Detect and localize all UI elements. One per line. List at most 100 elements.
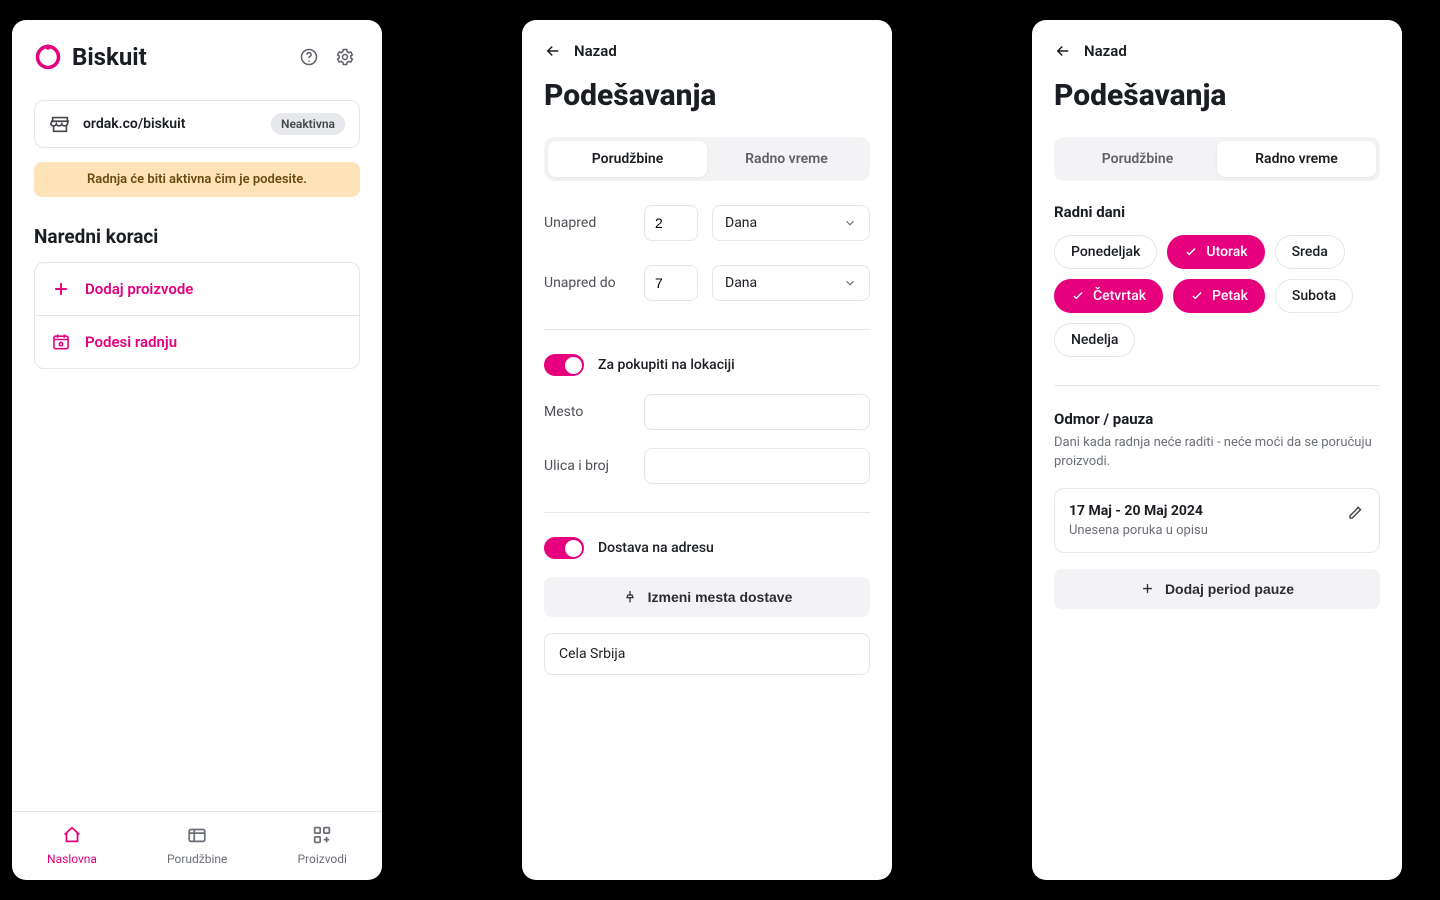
- day-label: Sreda: [1292, 244, 1328, 260]
- day-chip[interactable]: Sreda: [1275, 235, 1345, 269]
- store-url-card[interactable]: ordak.co/biskuit Neaktivna: [34, 100, 360, 148]
- day-chip[interactable]: Petak: [1173, 279, 1265, 313]
- day-label: Petak: [1212, 288, 1248, 304]
- lead-until-unit-select[interactable]: Dana: [712, 265, 870, 301]
- divider: [544, 512, 870, 513]
- nav-label: Proizvodi: [297, 852, 347, 866]
- lead-time-row: Unapred Dana: [544, 205, 870, 241]
- plus-icon: [51, 279, 71, 299]
- tab-hours[interactable]: Radno vreme: [707, 141, 866, 177]
- settings-tabs: Porudžbine Radno vreme: [1054, 137, 1380, 181]
- city-row: Mesto: [544, 394, 870, 430]
- check-icon: [1184, 245, 1198, 259]
- vacation-description: Dani kada radnja neće raditi - neće moći…: [1054, 434, 1380, 472]
- next-steps-title: Naredni koraci: [34, 225, 360, 248]
- lead-unit-select[interactable]: Dana: [712, 205, 870, 241]
- pickup-toggle[interactable]: [544, 354, 584, 376]
- products-icon: [311, 824, 333, 846]
- day-chip[interactable]: Subota: [1275, 279, 1353, 313]
- chevron-down-icon: [843, 276, 857, 290]
- step-configure-store[interactable]: Podesi radnju: [35, 315, 359, 368]
- nav-products[interactable]: Proizvodi: [297, 824, 347, 866]
- day-label: Subota: [1292, 288, 1336, 304]
- city-input[interactable]: [644, 394, 870, 430]
- status-badge: Neaktivna: [271, 113, 345, 135]
- lead-until-label: Unapred do: [544, 275, 630, 291]
- workdays-title: Radni dani: [1054, 203, 1380, 221]
- store-url: ordak.co/biskuit: [83, 116, 185, 132]
- header: Biskuit: [34, 42, 360, 72]
- lead-until-row: Unapred do Dana: [544, 265, 870, 301]
- street-input[interactable]: [644, 448, 870, 484]
- divider: [1054, 385, 1380, 386]
- workdays-chips: Ponedeljak Utorak Sreda Četvrtak Petak Subota…: [1054, 235, 1380, 357]
- brand-name: Biskuit: [72, 43, 147, 71]
- pickup-label: Za pokupiti na lokaciji: [598, 357, 735, 373]
- button-label: Izmeni mesta dostave: [648, 589, 793, 605]
- orders-icon: [186, 824, 208, 846]
- chevron-down-icon: [843, 216, 857, 230]
- step-add-products[interactable]: Dodaj proizvode: [35, 263, 359, 315]
- add-vacation-button[interactable]: Dodaj period pauze: [1054, 569, 1380, 609]
- page-title: Podešavanja: [1054, 78, 1380, 113]
- back-label: Nazad: [574, 42, 617, 60]
- settings-button[interactable]: [330, 42, 360, 72]
- plus-icon: [1140, 581, 1155, 596]
- day-label: Nedelja: [1071, 332, 1118, 348]
- check-icon: [1190, 289, 1204, 303]
- calendar-gear-icon: [51, 332, 71, 352]
- settings-orders-panel: Nazad Podešavanja Porudžbine Radno vreme…: [522, 20, 892, 880]
- button-label: Dodaj period pauze: [1165, 581, 1294, 597]
- pencil-icon: [1347, 503, 1365, 521]
- store-icon: [49, 113, 71, 135]
- check-icon: [1071, 289, 1085, 303]
- lead-value-input[interactable]: [644, 205, 698, 241]
- settings-tabs: Porudžbine Radno vreme: [544, 137, 870, 181]
- help-button[interactable]: [294, 42, 324, 72]
- step-label: Dodaj proizvode: [85, 280, 193, 298]
- nav-label: Naslovna: [47, 852, 97, 866]
- vacation-note: Unesena poruka u opisu: [1069, 523, 1208, 538]
- home-icon: [61, 824, 83, 846]
- delivery-region[interactable]: Cela Srbija: [544, 633, 870, 675]
- next-steps-list: Dodaj proizvode Podesi radnju: [34, 262, 360, 369]
- back-button[interactable]: Nazad: [1054, 42, 1380, 60]
- select-value: Dana: [725, 215, 757, 231]
- setup-warning: Radnja će biti aktivna čim je podesite.: [34, 162, 360, 197]
- tab-hours[interactable]: Radno vreme: [1217, 141, 1376, 177]
- pin-icon: [622, 589, 638, 605]
- nav-home[interactable]: Naslovna: [47, 824, 97, 866]
- vacation-card[interactable]: 17 Maj - 20 Maj 2024 Unesena poruka u op…: [1054, 488, 1380, 553]
- arrow-left-icon: [544, 42, 562, 60]
- lead-label: Unapred: [544, 215, 630, 231]
- nav-label: Porudžbine: [167, 852, 227, 866]
- bottom-nav: Naslovna Porudžbine Proizvodi: [12, 811, 382, 880]
- vacation-title: Odmor / pauza: [1054, 410, 1380, 428]
- delivery-toggle[interactable]: [544, 537, 584, 559]
- tab-orders[interactable]: Porudžbine: [1058, 141, 1217, 177]
- arrow-left-icon: [1054, 42, 1072, 60]
- day-chip[interactable]: Ponedeljak: [1054, 235, 1157, 269]
- brand: Biskuit: [34, 43, 147, 71]
- day-label: Četvrtak: [1093, 288, 1146, 304]
- edit-delivery-areas-button[interactable]: Izmeni mesta dostave: [544, 577, 870, 617]
- day-chip[interactable]: Utorak: [1167, 235, 1264, 269]
- city-label: Mesto: [544, 404, 630, 420]
- tab-orders[interactable]: Porudžbine: [548, 141, 707, 177]
- settings-hours-panel: Nazad Podešavanja Porudžbine Radno vreme…: [1032, 20, 1402, 880]
- day-label: Utorak: [1206, 244, 1247, 260]
- home-panel: Biskuit ordak.co/biskuit Neaktivna Radnj…: [12, 20, 382, 880]
- street-label: Ulica i broj: [544, 458, 630, 474]
- lead-until-value-input[interactable]: [644, 265, 698, 301]
- divider: [544, 329, 870, 330]
- help-icon: [299, 47, 319, 67]
- gear-icon: [335, 47, 355, 67]
- logo-icon: [34, 43, 62, 71]
- back-button[interactable]: Nazad: [544, 42, 870, 60]
- day-chip[interactable]: Četvrtak: [1054, 279, 1163, 313]
- select-value: Dana: [725, 275, 757, 291]
- day-label: Ponedeljak: [1071, 244, 1140, 260]
- day-chip[interactable]: Nedelja: [1054, 323, 1135, 357]
- back-label: Nazad: [1084, 42, 1127, 60]
- nav-orders[interactable]: Porudžbine: [167, 824, 227, 866]
